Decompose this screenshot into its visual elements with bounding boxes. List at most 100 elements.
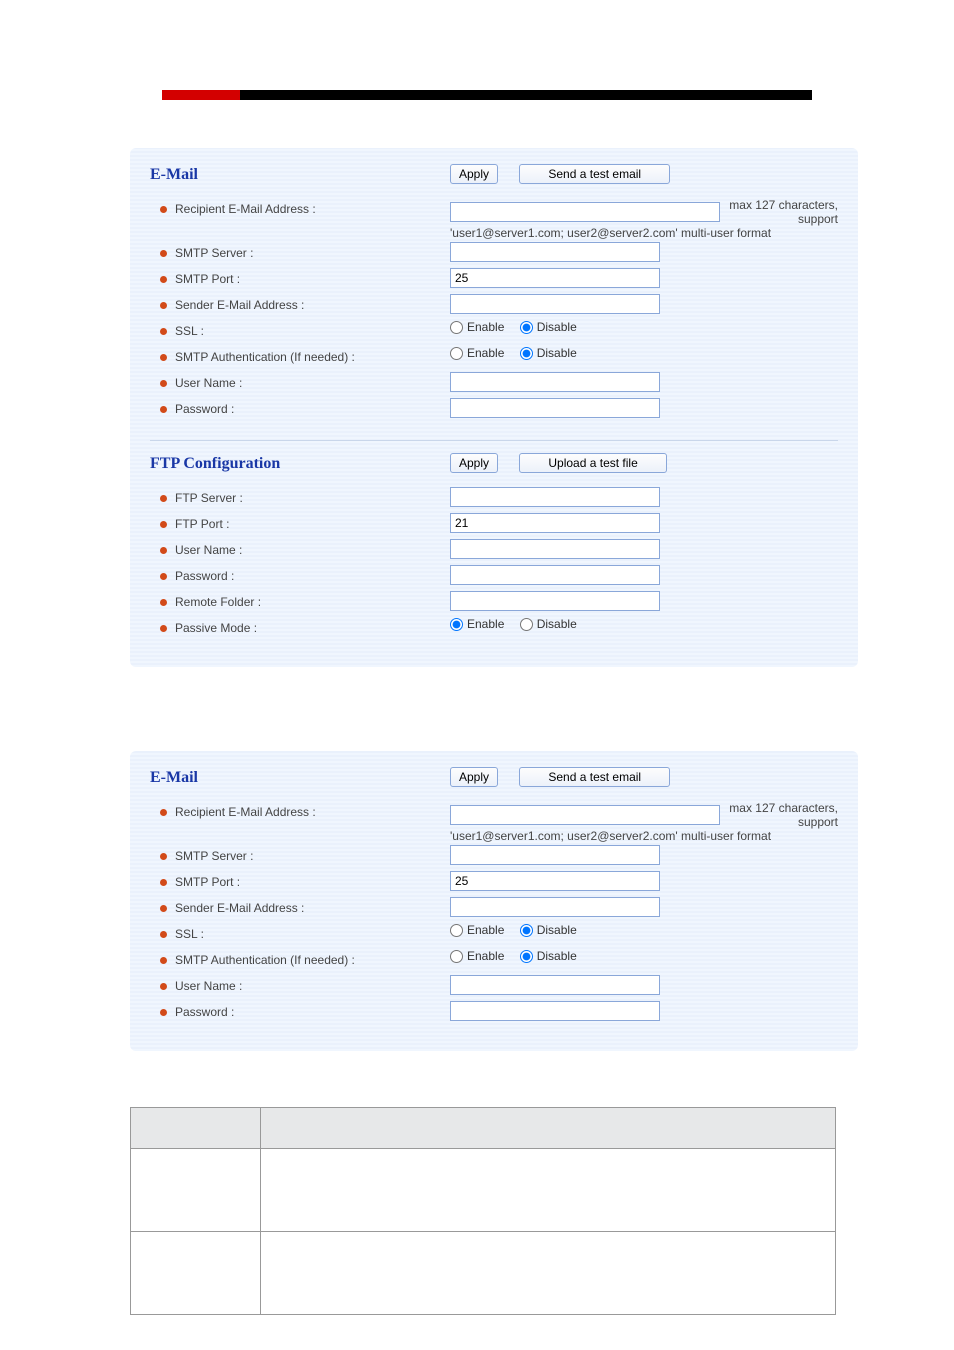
- bullet-icon: [160, 547, 167, 554]
- auth-enable-radio[interactable]: [450, 347, 463, 360]
- ssl2-disable-option[interactable]: Disable: [520, 923, 577, 937]
- table-header-right: [261, 1108, 836, 1149]
- bullet-icon: [160, 905, 167, 912]
- auth2-disable-label: Disable: [537, 949, 577, 963]
- email-apply-button[interactable]: Apply: [450, 164, 498, 184]
- sender2-input[interactable]: [450, 897, 660, 917]
- auth2-enable-label: Enable: [467, 949, 504, 963]
- email2-send-test-button[interactable]: Send a test email: [519, 767, 670, 787]
- smtp-server2-label: SMTP Server :: [175, 845, 253, 867]
- ftp-port-label: FTP Port :: [175, 513, 229, 535]
- email-password-label: Password :: [175, 398, 234, 420]
- email-section-title: E-Mail: [150, 164, 198, 186]
- topbar-black: [240, 90, 812, 100]
- passive-enable-radio[interactable]: [450, 618, 463, 631]
- smtp-port2-input[interactable]: [450, 871, 660, 891]
- auth-disable-label: Disable: [537, 346, 577, 360]
- bullet-icon: [160, 809, 167, 816]
- recipient2-note-2: 'user1@server1.com; user2@server2.com' m…: [450, 829, 838, 843]
- email-send-test-button[interactable]: Send a test email: [519, 164, 670, 184]
- smtp-port-label: SMTP Port :: [175, 268, 240, 290]
- ftp-apply-button[interactable]: Apply: [450, 453, 498, 473]
- ssl2-disable-label: Disable: [537, 923, 577, 937]
- bullet-icon: [160, 599, 167, 606]
- bullet-icon: [160, 276, 167, 283]
- ssl2-enable-label: Enable: [467, 923, 504, 937]
- bullet-icon: [160, 406, 167, 413]
- blank-definition-table: [130, 1107, 836, 1315]
- email-password-input[interactable]: [450, 398, 660, 418]
- password2-label: Password :: [175, 1001, 234, 1023]
- recipient2-input[interactable]: [450, 805, 720, 825]
- email-username-input[interactable]: [450, 372, 660, 392]
- topbar-red: [162, 90, 240, 100]
- auth-disable-option[interactable]: Disable: [520, 346, 577, 360]
- passive-enable-label: Enable: [467, 617, 504, 631]
- password2-input[interactable]: [450, 1001, 660, 1021]
- bullet-icon: [160, 931, 167, 938]
- username2-input[interactable]: [450, 975, 660, 995]
- ftp-server-label: FTP Server :: [175, 487, 243, 509]
- ssl-disable-radio[interactable]: [520, 321, 533, 334]
- bullet-icon: [160, 625, 167, 632]
- smtp-port2-label: SMTP Port :: [175, 871, 240, 893]
- auth-disable-radio[interactable]: [520, 347, 533, 360]
- table-cell-r2-c1: [131, 1232, 261, 1315]
- auth2-enable-radio[interactable]: [450, 950, 463, 963]
- smtp-port-input[interactable]: [450, 268, 660, 288]
- bullet-icon: [160, 302, 167, 309]
- bullet-icon: [160, 354, 167, 361]
- auth2-disable-radio[interactable]: [520, 950, 533, 963]
- ssl-label: SSL :: [175, 320, 204, 342]
- auth2-disable-option[interactable]: Disable: [520, 949, 577, 963]
- ssl2-disable-radio[interactable]: [520, 924, 533, 937]
- section-ftp: FTP Configuration Apply Upload a test fi…: [150, 440, 838, 651]
- sender-label: Sender E-Mail Address :: [175, 294, 304, 316]
- table-header-left: [131, 1108, 261, 1149]
- section-email: E-Mail Apply Send a test email Recipient…: [150, 158, 838, 432]
- smtp-server-input[interactable]: [450, 242, 660, 262]
- recipient2-note-1: max 127 characters, support: [726, 801, 838, 829]
- ftp-username-input[interactable]: [450, 539, 660, 559]
- auth-enable-option[interactable]: Enable: [450, 346, 504, 360]
- ssl-disable-option[interactable]: Disable: [520, 320, 577, 334]
- ssl-enable-label: Enable: [467, 320, 504, 334]
- smtp-server-label: SMTP Server :: [175, 242, 253, 264]
- username2-label: User Name :: [175, 975, 242, 997]
- bullet-icon: [160, 380, 167, 387]
- auth2-label: SMTP Authentication (If needed) :: [175, 949, 355, 971]
- ssl2-enable-option[interactable]: Enable: [450, 923, 504, 937]
- ftp-server-input[interactable]: [450, 487, 660, 507]
- auth-enable-label: Enable: [467, 346, 504, 360]
- table-cell-r2-c2: [261, 1232, 836, 1315]
- ftp-folder-label: Remote Folder :: [175, 591, 261, 613]
- sender-input[interactable]: [450, 294, 660, 314]
- recipient-input[interactable]: [450, 202, 720, 222]
- ftp-upload-test-button[interactable]: Upload a test file: [519, 453, 666, 473]
- ftp-password-label: Password :: [175, 565, 234, 587]
- email2-apply-button[interactable]: Apply: [450, 767, 498, 787]
- ftp-folder-input[interactable]: [450, 591, 660, 611]
- email2-section-title: E-Mail: [150, 767, 198, 789]
- ssl-enable-radio[interactable]: [450, 321, 463, 334]
- sender2-label: Sender E-Mail Address :: [175, 897, 304, 919]
- smtp-server2-input[interactable]: [450, 845, 660, 865]
- bullet-icon: [160, 1009, 167, 1016]
- recipient-note-1: max 127 characters, support: [726, 198, 838, 226]
- email-username-label: User Name :: [175, 372, 242, 394]
- recipient-label: Recipient E-Mail Address :: [175, 198, 316, 220]
- ssl2-enable-radio[interactable]: [450, 924, 463, 937]
- recipient-note-2: 'user1@server1.com; user2@server2.com' m…: [450, 226, 838, 240]
- passive-enable-option[interactable]: Enable: [450, 617, 504, 631]
- ssl-enable-option[interactable]: Enable: [450, 320, 504, 334]
- table-cell-r1-c1: [131, 1149, 261, 1232]
- auth2-enable-option[interactable]: Enable: [450, 949, 504, 963]
- passive-disable-option[interactable]: Disable: [520, 617, 577, 631]
- ftp-port-input[interactable]: [450, 513, 660, 533]
- ssl-disable-label: Disable: [537, 320, 577, 334]
- table-cell-r1-c2: [261, 1149, 836, 1232]
- recipient2-label: Recipient E-Mail Address :: [175, 801, 316, 823]
- bullet-icon: [160, 957, 167, 964]
- passive-disable-radio[interactable]: [520, 618, 533, 631]
- ftp-password-input[interactable]: [450, 565, 660, 585]
